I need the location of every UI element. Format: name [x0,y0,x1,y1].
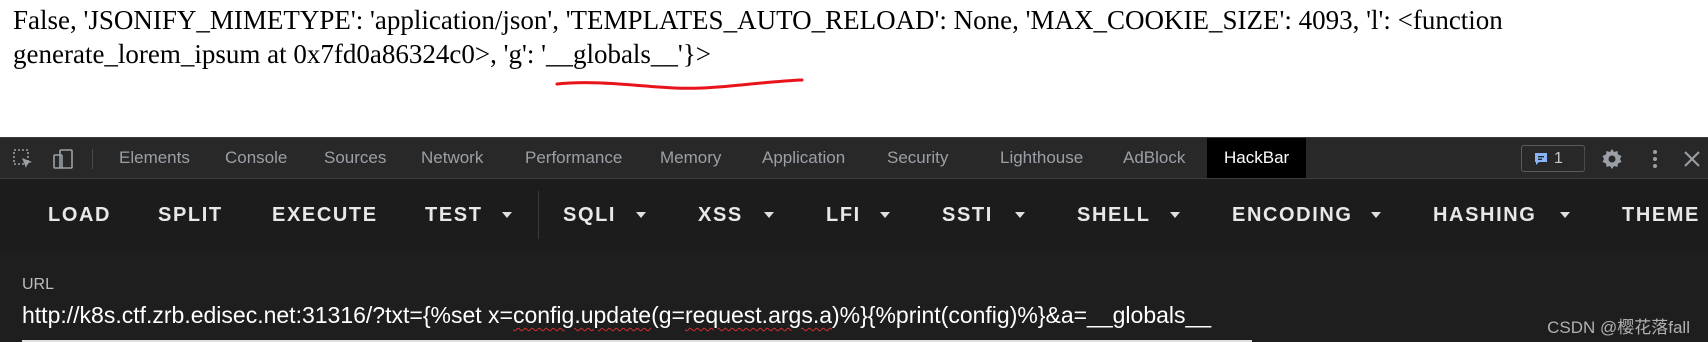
encoding-dropdown[interactable]: ENCODING [1232,179,1353,251]
issues-icon [1535,153,1547,165]
test-dropdown[interactable]: TEST [425,179,483,251]
close-icon[interactable] [1680,147,1704,171]
url-text-part: )%}{%print(config)%}&a=__globals__ [832,302,1212,328]
kebab-menu-icon[interactable] [1643,147,1667,171]
hashing-dropdown[interactable]: HASHING [1433,179,1536,251]
toolbar-divider [1584,149,1585,169]
issues-badge[interactable]: 1 [1521,145,1585,172]
tab-console[interactable]: Console [225,138,287,178]
device-toolbar-icon[interactable] [51,147,75,171]
chevron-down-icon [1371,212,1381,218]
red-hand-underline-annotation [555,78,804,90]
url-label: URL [22,276,55,293]
tab-network[interactable]: Network [421,138,483,178]
tab-performance[interactable]: Performance [525,138,622,178]
url-panel: URL http://k8s.ctf.zrb.edisec.net:31316/… [0,251,1708,342]
hackbar-toolbar: LOAD SPLIT EXECUTE TEST SQLI XSS LFI SST… [0,179,1708,251]
xss-dropdown[interactable]: XSS [698,179,743,251]
lfi-dropdown[interactable]: LFI [826,179,861,251]
devtools-tab-bar: Elements Console Sources Network Perform… [0,137,1708,179]
inspect-element-icon[interactable] [11,147,35,171]
page-output-line-1: False, 'JSONIFY_MIMETYPE': 'application/… [13,5,1503,35]
page-output-line-2: generate_lorem_ipsum at 0x7fd0a86324c0>,… [13,38,711,70]
shell-dropdown[interactable]: SHELL [1077,179,1151,251]
url-text-part: http://k8s.ctf.zrb.edisec.net:31316/?txt… [22,302,513,328]
tab-lighthouse[interactable]: Lighthouse [1000,138,1083,178]
tab-security[interactable]: Security [887,138,948,178]
sqli-dropdown[interactable]: SQLI [563,179,616,251]
url-spellcheck-word: request.args.a [684,302,832,328]
highlighted-globals-text: 'g': '__globals__' [503,39,683,69]
execute-button[interactable]: EXECUTE [272,179,378,251]
chevron-down-icon [1560,212,1570,218]
gear-icon[interactable] [1600,147,1624,171]
tab-memory[interactable]: Memory [660,138,721,178]
url-text-part: (g= [651,302,685,328]
tab-sources[interactable]: Sources [324,138,386,178]
tab-application[interactable]: Application [762,138,845,178]
chevron-down-icon [502,212,512,218]
csdn-watermark: CSDN @樱花落fall [1547,318,1690,337]
split-button[interactable]: SPLIT [158,179,223,251]
page-output: False, 'JSONIFY_MIMETYPE': 'application/… [0,0,1708,137]
chevron-down-icon [1015,212,1025,218]
chevron-down-icon [880,212,890,218]
tab-elements[interactable]: Elements [119,138,190,178]
url-spellcheck-word: config.update [512,302,652,328]
url-input[interactable]: http://k8s.ctf.zrb.edisec.net:31316/?txt… [22,297,1211,333]
toolbar-divider [538,191,539,239]
page-output-line-2-prefix: generate_lorem_ipsum at 0x7fd0a86324c0>, [13,39,504,69]
tab-adblock[interactable]: AdBlock [1123,138,1185,178]
chevron-down-icon [636,212,646,218]
load-button[interactable]: LOAD [48,179,111,251]
chevron-down-icon [764,212,774,218]
page-output-line-2-suffix: }> [682,39,711,69]
toolbar-divider [92,149,93,169]
chevron-down-icon [1170,212,1180,218]
tab-hackbar[interactable]: HackBar [1207,138,1307,178]
theme-dropdown[interactable]: THEME [1622,179,1700,251]
issues-count: 1 [1554,150,1563,167]
ssti-dropdown[interactable]: SSTI [942,179,993,251]
